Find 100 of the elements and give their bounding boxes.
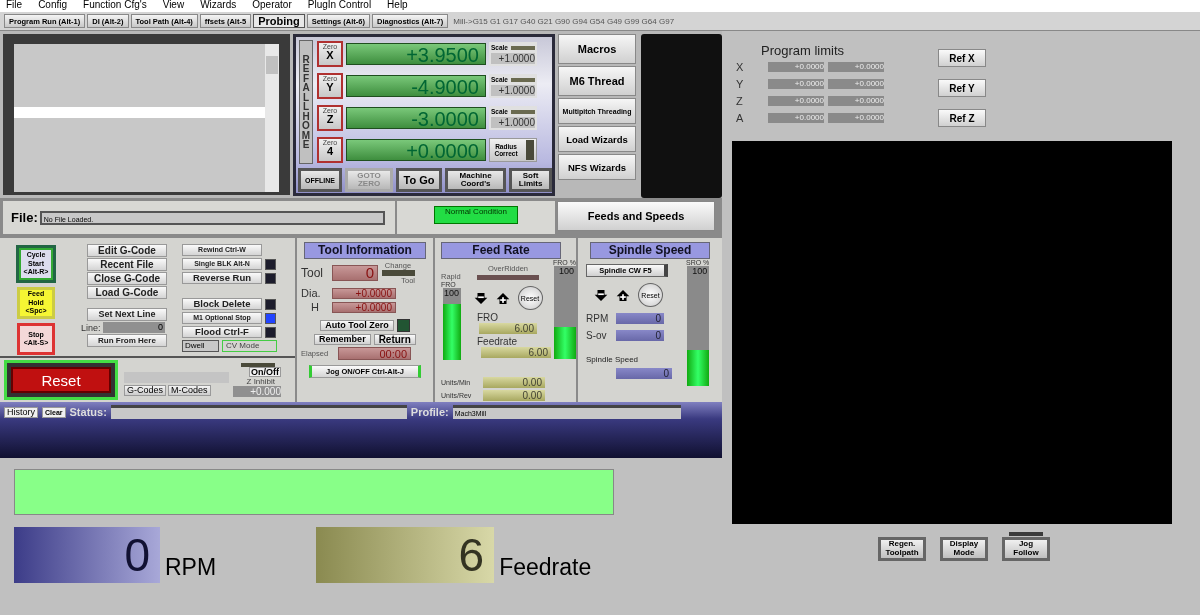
profile-label: Profile:: [410, 406, 449, 418]
limit-max-value: +0.0000: [828, 95, 884, 106]
menu-item[interactable]: File: [6, 0, 23, 12]
axis-label: A: [736, 111, 745, 124]
rpm-display: 0: [14, 527, 160, 583]
view-button[interactable]: Display Mode: [940, 537, 988, 561]
mcodes-button[interactable]: M-Codes: [168, 385, 211, 396]
menu-item[interactable]: Config: [38, 0, 68, 12]
toggle-button[interactable]: Block Delete: [182, 298, 262, 310]
fro-percent-value: 100: [558, 266, 575, 276]
history-button[interactable]: History: [4, 406, 38, 418]
tool-number: 0: [332, 265, 378, 281]
spindle-override-label: S-ov: [586, 330, 608, 341]
dro-button[interactable]: Soft Limits: [509, 168, 552, 192]
axis-label: Y: [736, 77, 745, 90]
rapid-fro-value: 100: [443, 288, 460, 298]
panel-title: Tool Information: [304, 242, 426, 259]
tab[interactable]: Probing: [253, 14, 305, 28]
tool-label: Tool: [301, 266, 324, 280]
diameter-value: +0.0000: [332, 287, 396, 299]
menu-item[interactable]: View: [162, 0, 185, 12]
feedrate-display: 6: [316, 527, 495, 583]
change-tool-indicator: [381, 270, 415, 276]
panel-title: Feed Rate: [441, 242, 561, 259]
feedrate-value: 6.00: [481, 347, 551, 358]
decrease-icon[interactable]: [473, 291, 488, 305]
sro-slider[interactable]: 100: [687, 266, 710, 386]
dro-value: -3.0000: [346, 107, 486, 129]
limit-max-value: +0.0000: [828, 112, 884, 123]
menu-item[interactable]: Operator: [252, 0, 292, 12]
rpm-label: RPM: [586, 313, 610, 324]
rapid-fro-slider[interactable]: 100: [443, 288, 461, 360]
height-label: H: [310, 301, 320, 313]
gcode-button[interactable]: Close G-Code: [87, 272, 167, 285]
ref-button[interactable]: Ref Y: [938, 79, 986, 97]
scrollbar[interactable]: [265, 44, 279, 192]
menu-item[interactable]: Function Cfg's: [83, 0, 147, 12]
decrease-icon[interactable]: [594, 288, 608, 302]
ref-button[interactable]: Ref X: [938, 49, 986, 67]
diameter-label: Dia.: [301, 287, 322, 299]
feedrate-label: Feedrate: [477, 336, 518, 347]
gcode-button[interactable]: Load G-Code: [87, 286, 167, 299]
run-from-here-button[interactable]: Run From Here: [87, 334, 167, 347]
rpm-value: 0: [616, 313, 664, 324]
auto-tool-zero-button[interactable]: Auto Tool Zero: [320, 320, 394, 331]
set-next-line-button[interactable]: Set Next Line: [87, 308, 167, 321]
menu-item[interactable]: PlugIn Control: [307, 0, 372, 12]
view-button[interactable]: Regen. Toolpath: [878, 537, 926, 561]
menu-item[interactable]: Wizards: [200, 0, 237, 12]
spindle-speed-label: Spindle Speed: [586, 355, 640, 364]
units-min-value: 0.00: [483, 377, 545, 388]
dro-value: +0.0000: [346, 139, 486, 161]
line-label: Line:: [81, 322, 101, 333]
dro-value: -4.9000: [346, 75, 486, 97]
overridden-indicator: [477, 275, 539, 280]
toggle-button[interactable]: Reverse Run: [182, 272, 262, 284]
z-inhibit-label: Z Inhibit: [246, 377, 275, 386]
fro-label: FRO: [477, 312, 499, 323]
return-button[interactable]: Return: [373, 334, 416, 345]
dro-button[interactable]: To Go: [396, 168, 443, 192]
fro-slider[interactable]: 100: [553, 266, 576, 359]
limit-min-value: +0.0000: [768, 95, 824, 106]
line-field[interactable]: 0: [102, 322, 165, 333]
feeds-speeds-button[interactable]: Feeds and Speeds: [557, 201, 715, 231]
panel-title: Spindle Speed: [590, 242, 710, 259]
view-button[interactable]: Jog Follow: [1002, 537, 1050, 561]
gcode-button[interactable]: Edit G-Code: [87, 244, 167, 257]
remember-button[interactable]: Remember: [314, 334, 371, 345]
limit-max-value: +0.0000: [828, 78, 884, 89]
sro-percent-value: 100: [692, 266, 709, 276]
wizard-button[interactable]: M6 Thread: [558, 66, 636, 96]
dro-button[interactable]: Machine Coord's: [445, 168, 507, 192]
cv-mode-indicator: CV Mode: [222, 340, 277, 352]
feedrate-label: Feedrate: [499, 554, 592, 581]
on-off-button[interactable]: On/Off: [249, 367, 281, 377]
axis-label: X: [736, 60, 745, 73]
increase-icon[interactable]: [495, 291, 510, 305]
wizard-button[interactable]: NFS Wizards: [558, 154, 636, 180]
fro-value: 6.00: [479, 323, 537, 334]
ref-button[interactable]: Ref Z: [938, 109, 986, 127]
limit-min-value: +0.0000: [768, 61, 824, 72]
spindle-speed-value: 0: [616, 368, 672, 379]
dro-value: +3.9500: [346, 43, 486, 65]
ref-all-home-button[interactable]: REF ALL HOME: [299, 40, 313, 164]
condition-indicator: Normal Condition: [434, 206, 518, 224]
wizard-button[interactable]: Load Wizards: [558, 126, 636, 152]
limit-min-value: +0.0000: [768, 78, 824, 89]
led-indicator: [241, 363, 275, 367]
limits-title: Program limits: [761, 43, 846, 58]
wizard-button[interactable]: Macros: [558, 34, 636, 64]
reset-button[interactable]: Reset: [11, 367, 111, 393]
dwell-indicator: Dwell: [182, 340, 219, 352]
limit-max-value: +0.0000: [828, 61, 884, 72]
menu-item[interactable]: Help: [387, 0, 408, 12]
toggle-button[interactable]: Flood Ctrl-F: [182, 326, 262, 338]
increase-icon[interactable]: [616, 288, 630, 302]
height-value: +0.0000: [332, 301, 396, 313]
gcodes-button[interactable]: G-Codes: [124, 385, 166, 396]
gcode-button[interactable]: Recent File: [87, 258, 167, 271]
rpm-label: RPM: [165, 554, 217, 581]
